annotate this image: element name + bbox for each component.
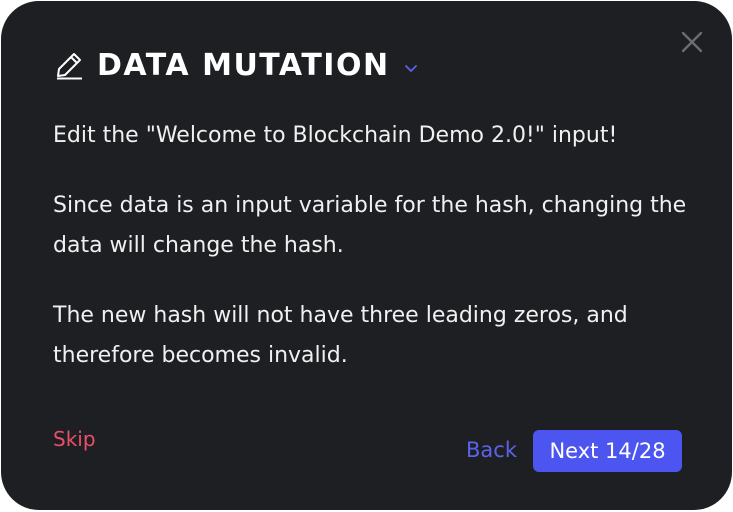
- chevron-down-icon[interactable]: [404, 62, 418, 76]
- result-paragraph: The new hash will not have three leading…: [53, 303, 628, 368]
- dialog-title: DATA MUTATION: [97, 47, 390, 83]
- skip-button[interactable]: Skip: [53, 427, 96, 451]
- pencil-icon: [57, 53, 82, 80]
- explanation-paragraph: Since data is an input variable for the …: [53, 193, 687, 258]
- tutorial-dialog: DATA MUTATION Edit the "Welcome to Block…: [1, 1, 732, 510]
- next-button[interactable]: Next 14/28: [533, 430, 682, 472]
- close-icon[interactable]: [679, 29, 705, 55]
- instruction-paragraph: Edit the "Welcome to Blockchain Demo 2.0…: [53, 123, 618, 148]
- dialog-body: Edit the "Welcome to Blockchain Demo 2.0…: [53, 116, 693, 406]
- dialog-header: DATA MUTATION: [54, 45, 418, 85]
- back-button[interactable]: Back: [466, 438, 517, 462]
